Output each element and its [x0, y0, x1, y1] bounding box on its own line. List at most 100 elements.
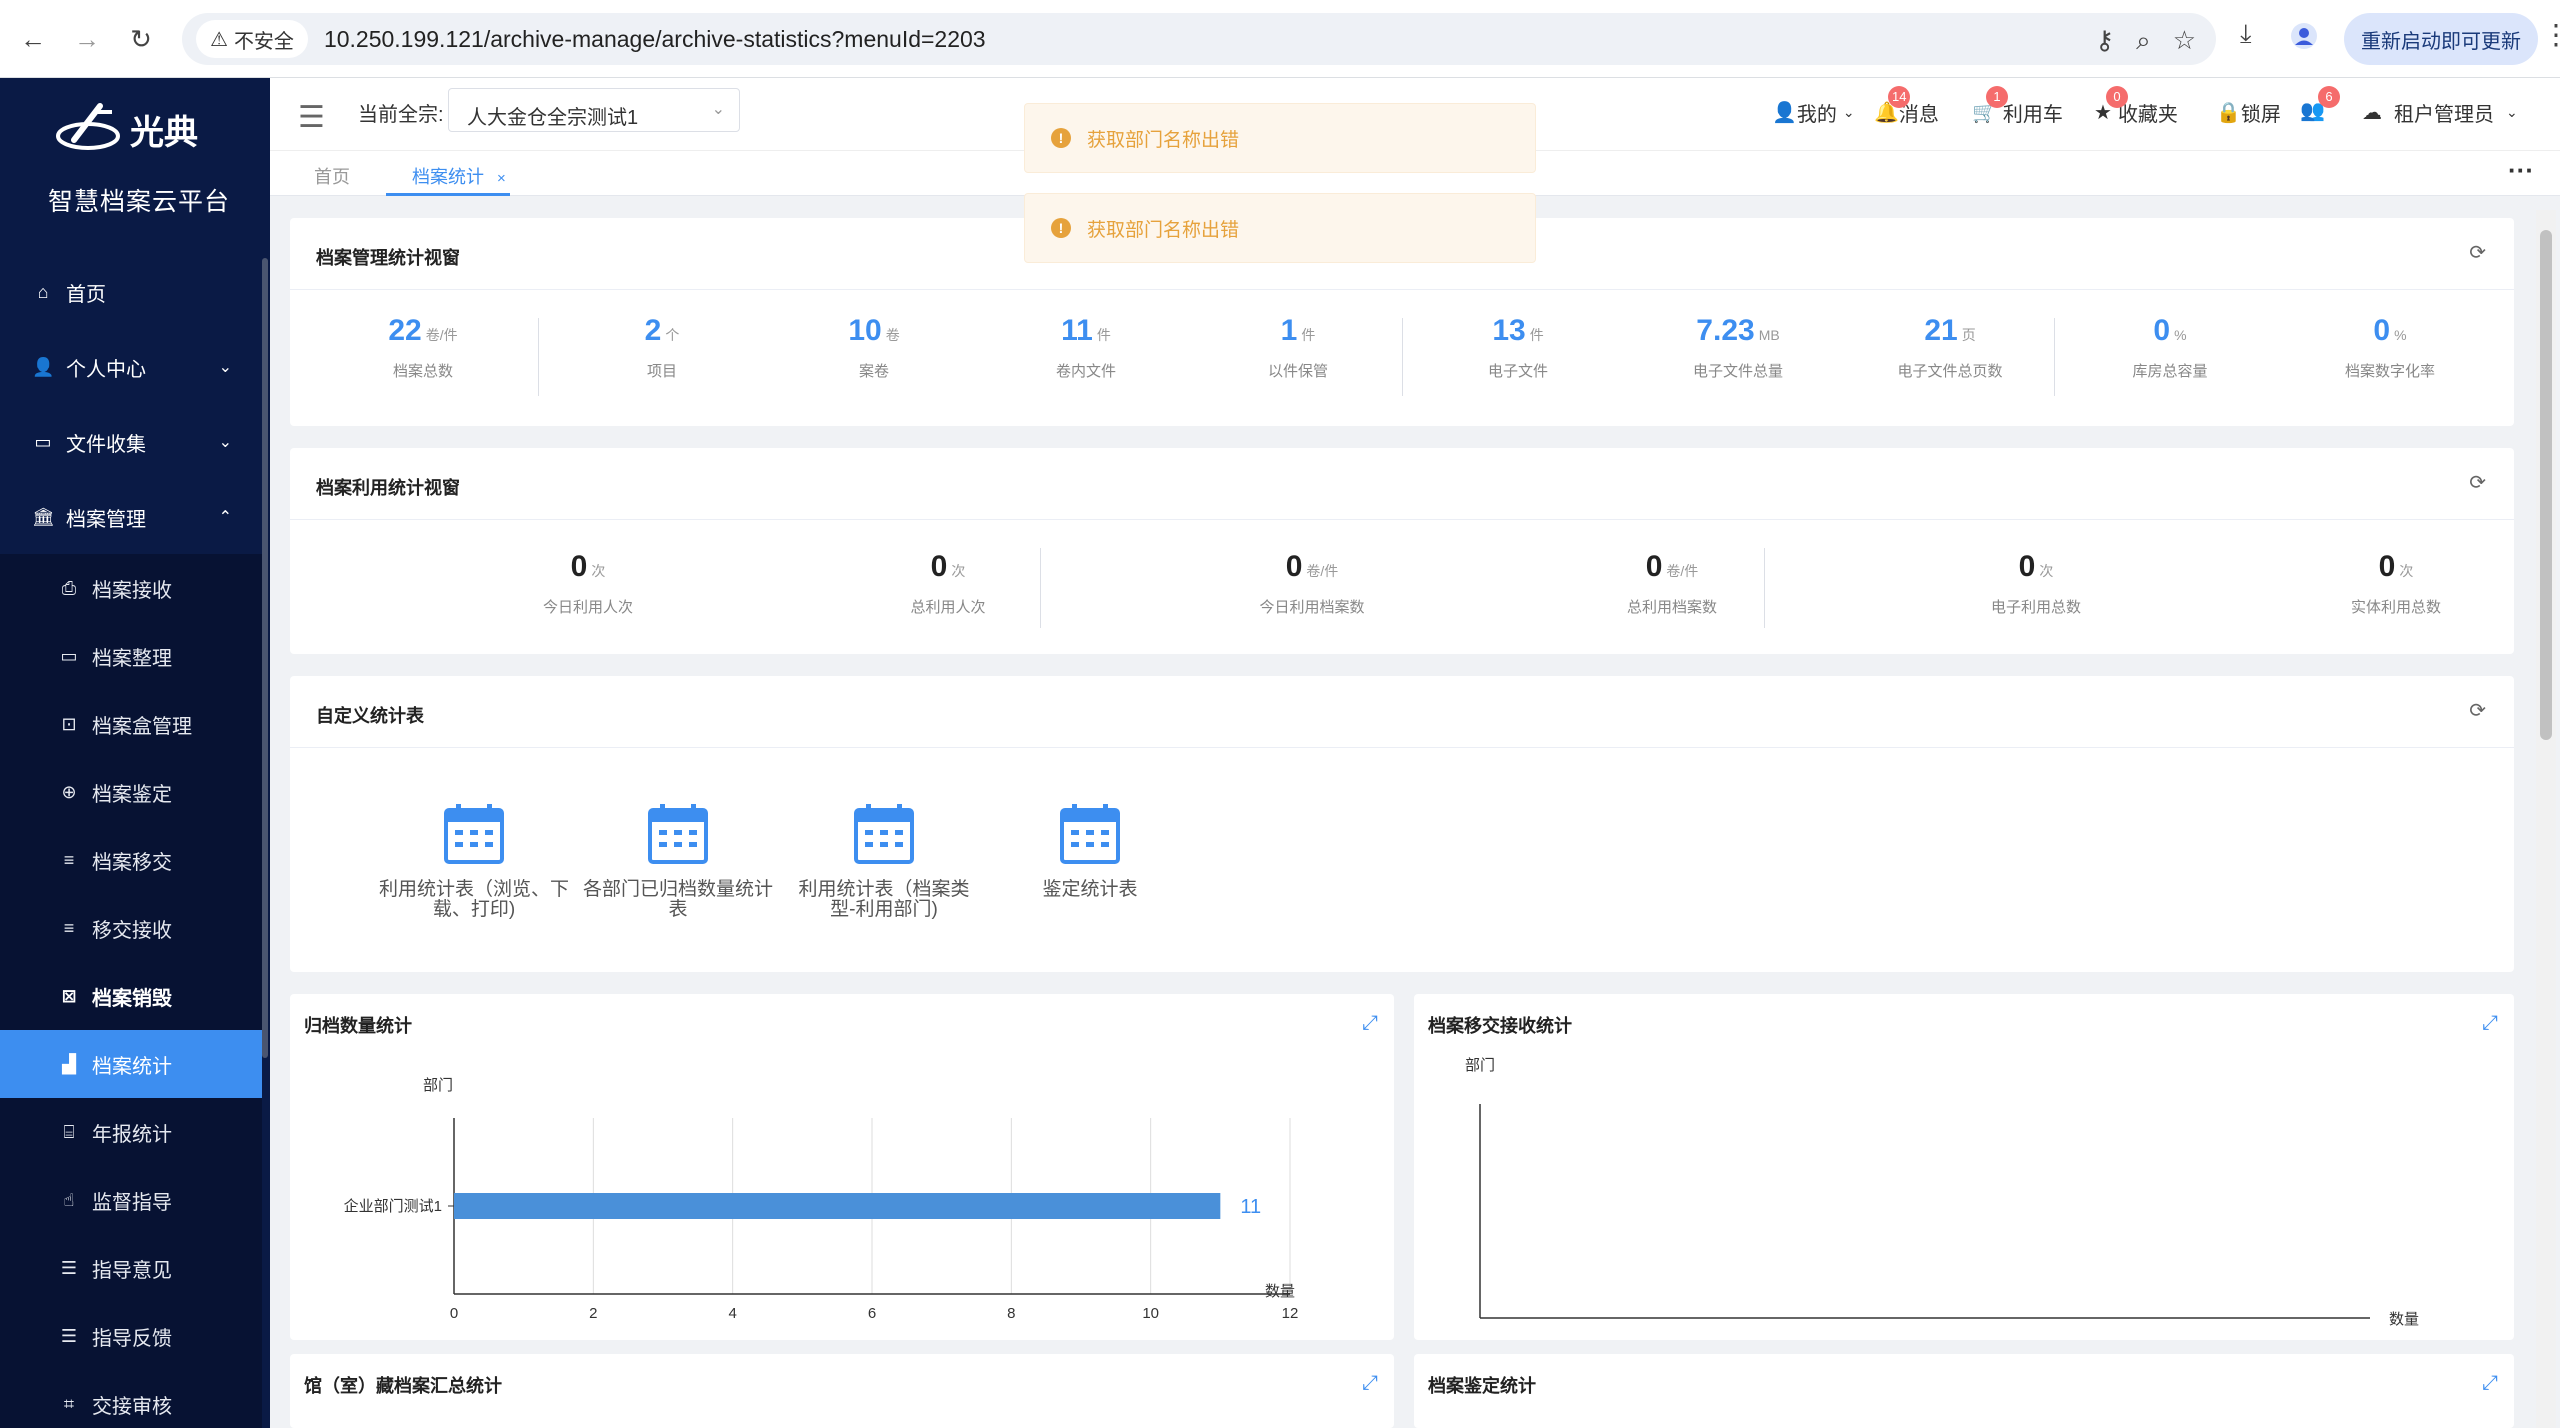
- hand-icon: ☝: [63, 1189, 75, 1210]
- zoom-icon[interactable]: ⌕: [2136, 25, 2151, 57]
- profile-icon[interactable]: [2290, 22, 2318, 57]
- card-title: 档案管理统计视窗: [316, 248, 460, 268]
- lock-label: 锁屏: [2240, 104, 2281, 126]
- page-scrollbar[interactable]: [2536, 210, 2556, 1428]
- sidebar-sub-appraisal[interactable]: ⊕ 档案鉴定: [0, 758, 262, 826]
- toast-message: 获取部门名称出错: [1087, 219, 1240, 241]
- chevron-down-icon: ⌄: [218, 359, 232, 376]
- quanzong-select[interactable]: 人大金仓全宗测试1 ⌄: [448, 88, 740, 132]
- sidebar-sub-box[interactable]: ⊡ 档案盒管理: [0, 690, 262, 758]
- x-tick-label: 8: [1007, 1305, 1015, 1322]
- sidebar-item-label: 监督指导: [92, 1191, 172, 1214]
- user-icon: 👤: [32, 356, 55, 377]
- sidebar-sub-destroy[interactable]: ⊠ 档案销毁: [0, 962, 262, 1030]
- back-icon[interactable]: ←: [16, 22, 50, 56]
- destroy-icon: ⊠: [61, 985, 77, 1006]
- quanzong-label: 当前全宗:: [358, 104, 444, 126]
- stat-total-users: 0 次总利用人次: [910, 550, 986, 616]
- sidebar-sub-annual[interactable]: ⌸ 年报统计: [0, 1098, 262, 1166]
- calendar-icon: [852, 802, 916, 866]
- sidebar-sub-supervise[interactable]: ☝ 监督指导: [0, 1166, 262, 1234]
- download-icon[interactable]: ⤓: [2240, 18, 2252, 50]
- sidebar-item-label: 档案移交: [92, 851, 172, 874]
- stat-total-archives: 0 卷/件 总利用档案数: [1626, 550, 1717, 616]
- sidebar-sub-transfer-receive[interactable]: ≡ 移交接收: [0, 894, 262, 962]
- star-icon[interactable]: ☆: [2173, 25, 2196, 57]
- sidebar-item-archive-mgmt[interactable]: 🏛 档案管理 ⌃: [0, 483, 262, 551]
- key-icon[interactable]: ⚷: [2095, 25, 2114, 57]
- security-chip[interactable]: ⚠ 不安全: [196, 20, 308, 58]
- sidebar-item-collection[interactable]: ▭ 文件收集 ⌄: [0, 408, 262, 476]
- report-usage-browse[interactable]: 利用统计表（浏览、下 载、打印): [374, 802, 574, 920]
- messages-button[interactable]: 🔔 14 消息: [1874, 86, 1939, 127]
- tab-home[interactable]: 首页: [314, 163, 350, 189]
- tenant-menu[interactable]: ☁ 租户管理员 ⌄: [2362, 98, 2518, 127]
- sidebar-item-label: 文件收集: [66, 433, 146, 456]
- briefcase-icon: ▭: [34, 431, 52, 452]
- scroll-thumb[interactable]: [2540, 230, 2552, 740]
- sidebar-item-label: 档案盒管理: [92, 715, 192, 738]
- url-text[interactable]: 10.250.199.121/archive-manage/archive-st…: [324, 26, 986, 53]
- mine-menu[interactable]: 👤 我的 ⌄: [1772, 98, 1855, 127]
- online-users-button[interactable]: 👥 6: [2300, 86, 2340, 123]
- sidebar-item-personal[interactable]: 👤 个人中心 ⌄: [0, 333, 262, 401]
- sidebar-item-label: 指导反馈: [92, 1327, 172, 1350]
- sidebar-sub-organize[interactable]: ▭ 档案整理: [0, 622, 262, 690]
- cart-button[interactable]: 🛒 1 利用车: [1972, 86, 2063, 127]
- card-title: 自定义统计表: [316, 706, 424, 726]
- sidebar-sub-opinion[interactable]: ☰ 指导意见: [0, 1234, 262, 1302]
- restart-update-button[interactable]: 重新启动即可更新: [2344, 13, 2538, 65]
- logo: 光典: [54, 100, 224, 160]
- favorites-button[interactable]: ★ 0 收藏夹: [2094, 86, 2178, 127]
- lock-button[interactable]: 🔒 锁屏: [2216, 98, 2281, 127]
- refresh-icon[interactable]: ⟳: [2469, 240, 2486, 265]
- browser-menu-icon[interactable]: ⋮: [2542, 18, 2560, 51]
- bar-chart-icon: ▟: [62, 1053, 76, 1074]
- sidebar-item-label: 年报统计: [92, 1123, 172, 1146]
- tab-statistics[interactable]: 档案统计 ×: [412, 163, 506, 189]
- quanzong-value: 人大金仓全宗测试1: [467, 107, 639, 129]
- address-bar[interactable]: ⚠ 不安全 10.250.199.121/archive-manage/arch…: [182, 13, 2216, 65]
- warning-toast: ! 获取部门名称出错: [1024, 103, 1536, 173]
- report-appraisal[interactable]: 鉴定统计表: [990, 802, 1190, 900]
- cart-label: 利用车: [2002, 104, 2063, 126]
- stat-e-files: 13 件电子文件: [1487, 314, 1548, 380]
- sidebar-sub-receive[interactable]: ⎙ 档案接收: [0, 554, 262, 622]
- report-dept-archived[interactable]: 各部门已归档数量统计表: [578, 802, 778, 920]
- reload-icon[interactable]: ↻: [124, 22, 158, 56]
- refresh-icon[interactable]: ⟳: [2469, 470, 2486, 495]
- report-usage-type[interactable]: 利用统计表（档案类 型-利用部门): [784, 802, 984, 920]
- sidebar-sub-feedback[interactable]: ☰ 指导反馈: [0, 1302, 262, 1370]
- forward-icon[interactable]: →: [70, 22, 104, 56]
- expand-icon[interactable]: ⤢: [2482, 1372, 2498, 1395]
- sidebar-sub-statistics[interactable]: ▟ 档案统计: [0, 1030, 262, 1098]
- folder-icon: ▭: [60, 645, 78, 666]
- card-title: 档案利用统计视窗: [316, 478, 460, 498]
- presentation-icon: ⌸: [63, 1121, 75, 1142]
- box-icon: ⊡: [61, 713, 77, 734]
- divider: [538, 318, 539, 396]
- holdings-chart-card: 馆（室）藏档案汇总统计 ⤢: [290, 1354, 1394, 1428]
- stat-volume: 10 卷案卷: [848, 314, 900, 380]
- divider: [2054, 318, 2055, 396]
- sidebar-item-label: 个人中心: [66, 358, 146, 381]
- sidebar-item-label: 档案整理: [92, 647, 172, 670]
- sidebar-sub-handover[interactable]: ⌗ 交接审核: [0, 1370, 262, 1428]
- sidebar-scrollbar[interactable]: [262, 258, 268, 1058]
- insecure-label: 不安全: [233, 30, 294, 53]
- chevron-down-icon: ⌄: [1842, 104, 1855, 120]
- more-icon[interactable]: ···: [2508, 155, 2534, 186]
- sidebar-item-home[interactable]: ⌂ 首页: [0, 258, 262, 326]
- toast-message: 获取部门名称出错: [1087, 129, 1240, 151]
- sidebar-item-label: 首页: [66, 283, 106, 306]
- sidebar-item-label: 档案管理: [66, 508, 146, 531]
- refresh-icon[interactable]: ⟳: [2469, 698, 2486, 723]
- warning-icon: !: [1051, 128, 1071, 148]
- transfer-chart-card: 档案移交接收统计 ⤢ 部门 数量: [1414, 994, 2514, 1340]
- cloud-icon: ☁: [2362, 102, 2382, 124]
- tenant-label: 租户管理员: [2394, 104, 2494, 126]
- menu-toggle-icon[interactable]: ☰: [298, 100, 325, 135]
- expand-icon[interactable]: ⤢: [1362, 1372, 1378, 1395]
- sidebar-sub-transfer[interactable]: ≡ 档案移交: [0, 826, 262, 894]
- close-icon[interactable]: ×: [497, 170, 506, 187]
